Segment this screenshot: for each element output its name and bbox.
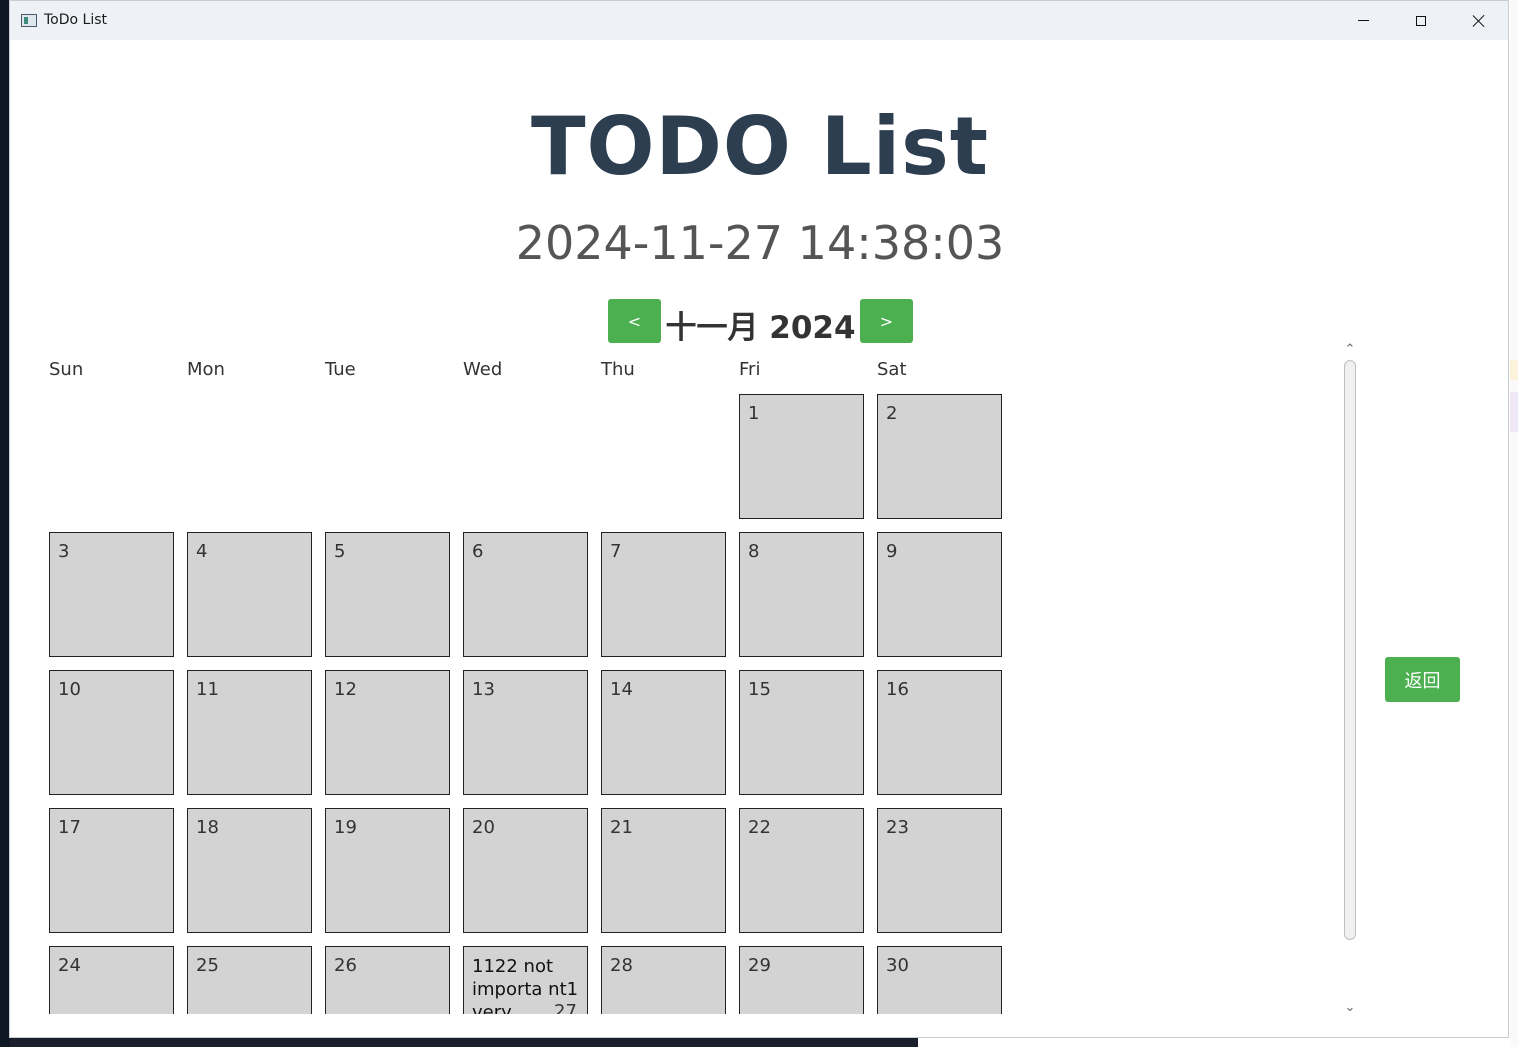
calendar-day-cell[interactable]: 21 (601, 808, 726, 933)
calendar-day-number: 26 (334, 955, 357, 976)
minimize-button[interactable] (1334, 1, 1392, 40)
calendar-day-number: 3 (58, 541, 70, 562)
weekday-label: Tue (325, 359, 356, 380)
calendar-day-cell[interactable]: 1122 not importa nt1 very 27 (463, 946, 588, 1014)
next-month-button[interactable]: > (860, 299, 913, 343)
calendar-day-cell[interactable]: 29 (739, 946, 864, 1014)
calendar-day-number: 19 (334, 817, 357, 838)
desktop-background-accent (1510, 360, 1518, 380)
previous-month-button[interactable]: < (608, 299, 661, 343)
calendar-day-number: 13 (472, 679, 495, 700)
main-content: TODO List 2024-11-27 14:38:03 < 十一月 2024… (10, 40, 1508, 1014)
calendar-day-number: 2 (886, 403, 898, 424)
calendar-day-number: 27 (554, 1001, 577, 1014)
vertical-scrollbar[interactable] (1344, 360, 1356, 940)
current-datetime: 2024-11-27 14:38:03 (515, 216, 1005, 270)
desktop-background-accent (1510, 392, 1518, 432)
calendar-day-number: 22 (748, 817, 771, 838)
calendar-day-cell[interactable]: 8 (739, 532, 864, 657)
calendar-day-number: 4 (196, 541, 208, 562)
calendar-day-cell[interactable]: 24 (49, 946, 174, 1014)
calendar-day-number: 20 (472, 817, 495, 838)
calendar-day-cell[interactable]: 28 (601, 946, 726, 1014)
maximize-icon (1416, 15, 1426, 26)
calendar-day-cell[interactable]: 2 (877, 394, 1002, 519)
minimize-icon (1357, 20, 1369, 21)
weekday-label: Thu (601, 359, 635, 380)
app-window: ToDo List TODO List 2024-11-27 14:38:03 … (9, 0, 1509, 1038)
calendar-day-number: 8 (748, 541, 760, 562)
calendar-day-cell[interactable]: 10 (49, 670, 174, 795)
calendar-day-number: 16 (886, 679, 909, 700)
calendar-day-cell[interactable]: 9 (877, 532, 1002, 657)
calendar-day-cell[interactable]: 19 (325, 808, 450, 933)
calendar-day-cell[interactable]: 14 (601, 670, 726, 795)
calendar-day-number: 9 (886, 541, 898, 562)
calendar-day-number: 30 (886, 955, 909, 976)
calendar-day-cell[interactable]: 30 (877, 946, 1002, 1014)
calendar-day-number: 11 (196, 679, 219, 700)
calendar-day-number: 10 (58, 679, 81, 700)
weekday-label: Sat (877, 359, 907, 380)
calendar-day-cell[interactable]: 3 (49, 532, 174, 657)
close-icon (1472, 14, 1486, 28)
calendar-day-cell[interactable]: 6 (463, 532, 588, 657)
calendar-day-number: 28 (610, 955, 633, 976)
calendar-day-cell[interactable]: 7 (601, 532, 726, 657)
calendar-day-cell[interactable]: 25 (187, 946, 312, 1014)
calendar-day-number: 23 (886, 817, 909, 838)
month-label: 十一月 2024 (665, 310, 856, 346)
calendar-day-cell[interactable]: 12 (325, 670, 450, 795)
weekday-label: Sun (49, 359, 84, 380)
desktop-background-right-strip (1510, 0, 1518, 1047)
calendar-day-cell[interactable]: 26 (325, 946, 450, 1014)
calendar-day-number: 21 (610, 817, 633, 838)
maximize-button[interactable] (1392, 1, 1450, 40)
calendar-day-number: 24 (58, 955, 81, 976)
title-bar[interactable]: ToDo List (10, 1, 1508, 40)
back-button[interactable]: 返回 (1385, 657, 1460, 702)
calendar-day-number: 1 (748, 403, 760, 424)
calendar-day-cell[interactable]: 1 (739, 394, 864, 519)
page-title: TODO List (530, 100, 990, 193)
weekday-label: Mon (187, 359, 225, 380)
calendar-day-cell[interactable]: 4 (187, 532, 312, 657)
calendar-day-number: 12 (334, 679, 357, 700)
calendar-day-cell[interactable]: 11 (187, 670, 312, 795)
calendar-day-number: 5 (334, 541, 346, 562)
calendar-day-cell[interactable]: 18 (187, 808, 312, 933)
chevron-down-icon[interactable]: ⌄ (1342, 1000, 1358, 1014)
chevron-up-icon[interactable]: ⌃ (1342, 342, 1358, 357)
calendar-day-cell[interactable]: 16 (877, 670, 1002, 795)
calendar-day-cell[interactable]: 17 (49, 808, 174, 933)
calendar-day-number: 14 (610, 679, 633, 700)
calendar-day-number: 6 (472, 541, 484, 562)
close-button[interactable] (1450, 1, 1508, 40)
calendar-day-cell[interactable]: 13 (463, 670, 588, 795)
calendar-day-cell[interactable]: 22 (739, 808, 864, 933)
calendar-day-cell[interactable]: 15 (739, 670, 864, 795)
calendar-day-cell[interactable]: 20 (463, 808, 588, 933)
weekday-label: Wed (463, 359, 503, 380)
calendar-day-number: 7 (610, 541, 622, 562)
calendar-day-number: 18 (196, 817, 219, 838)
calendar-day-number: 15 (748, 679, 771, 700)
window-title: ToDo List (44, 12, 108, 28)
calendar-day-cell[interactable]: 23 (877, 808, 1002, 933)
calendar-day-cell[interactable]: 5 (325, 532, 450, 657)
app-icon (21, 14, 37, 27)
calendar-day-number: 17 (58, 817, 81, 838)
calendar-day-number: 29 (748, 955, 771, 976)
calendar-day-number: 25 (196, 955, 219, 976)
weekday-label: Fri (739, 359, 761, 380)
